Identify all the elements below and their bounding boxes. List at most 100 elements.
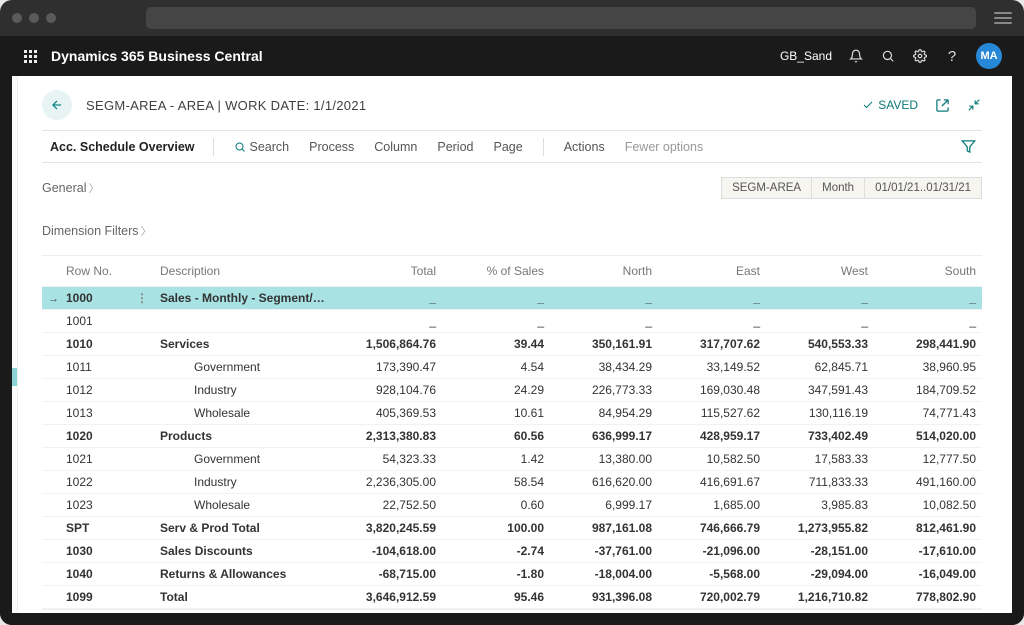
row-actions-icon[interactable] [130,540,154,563]
avatar[interactable]: MA [976,43,1002,69]
cell-value: 22,752.50 [334,494,442,517]
col-south[interactable]: South [874,256,982,287]
table-row[interactable]: 1040Returns & Allowances-68,715.00-1.80-… [42,563,982,586]
pill-daterange[interactable]: 01/01/21..01/31/21 [865,177,982,199]
cell-value: 2,313,380.83 [334,425,442,448]
cell-value: 616,620.00 [550,471,658,494]
page-edge [12,76,18,613]
section-general[interactable]: General〉 [42,180,99,196]
url-bar[interactable] [146,7,976,29]
cell-rowno: 1012 [60,379,130,402]
minimize-window-icon[interactable] [29,13,39,23]
cell-description: Total [154,586,334,609]
table-row[interactable]: 1013Wholesale405,369.5310.6184,954.29115… [42,402,982,425]
cell-value: 39.44 [442,333,550,356]
table-row[interactable]: 1001______ [42,310,982,333]
row-indicator [42,563,60,586]
col-rowno[interactable]: Row No. [60,256,130,287]
cell-value: 711,833.33 [766,471,874,494]
table-row[interactable]: 1099Total3,646,912.5995.46931,396.08720,… [42,586,982,609]
row-actions-icon[interactable] [130,448,154,471]
row-actions-icon[interactable] [130,517,154,540]
col-north[interactable]: North [550,256,658,287]
pill-period[interactable]: Month [812,177,865,199]
row-actions-icon[interactable] [130,333,154,356]
collapse-icon[interactable] [966,97,982,113]
cell-value: _ [550,287,658,310]
col-description[interactable]: Description [154,256,334,287]
app-launcher-icon[interactable] [24,50,37,63]
row-actions-icon[interactable] [130,402,154,425]
cmd-fewer-options[interactable]: Fewer options [615,138,714,156]
cell-value: _ [766,310,874,333]
cell-value: _ [874,310,982,333]
search-command[interactable]: Search [224,138,300,156]
filter-icon[interactable] [955,137,982,156]
cell-value: 491,160.00 [874,471,982,494]
cmd-column[interactable]: Column [364,138,427,156]
cell-value: 778,802.90 [874,586,982,609]
window-controls [12,13,56,23]
cell-description: Serv & Prod Total [154,517,334,540]
table-row[interactable]: →1000⋮Sales - Monthly - Segment/Area____… [42,287,982,310]
cell-value: 3,985.83 [766,494,874,517]
row-actions-icon[interactable] [130,310,154,333]
close-window-icon[interactable] [12,13,22,23]
table-row[interactable]: 1010Services1,506,864.7639.44350,161.913… [42,333,982,356]
share-icon[interactable] [934,97,950,113]
row-actions-icon[interactable] [130,586,154,609]
cell-value: 115,527.62 [658,402,766,425]
cell-rowno: 1010 [60,333,130,356]
row-selection-marker [12,368,17,386]
environment-label[interactable]: GB_Sand [780,49,832,63]
table-row[interactable]: 1020Products2,313,380.8360.56636,999.174… [42,425,982,448]
cmd-actions[interactable]: Actions [554,138,615,156]
settings-icon[interactable] [912,48,928,64]
cell-rowno: SPT [60,517,130,540]
cell-rowno: 1030 [60,540,130,563]
col-east[interactable]: East [658,256,766,287]
row-actions-icon[interactable] [130,425,154,448]
table-row[interactable]: 1021Government54,323.331.4213,380.0010,5… [42,448,982,471]
cmd-page[interactable]: Page [484,138,533,156]
cell-value: -2.74 [442,540,550,563]
col-total[interactable]: Total [334,256,442,287]
cell-value: _ [658,310,766,333]
data-grid: Row No. Description Total % of Sales Nor… [42,255,982,610]
section-dimension-filters[interactable]: Dimension Filters〉 [42,224,152,238]
pill-schedule[interactable]: SEGM-AREA [721,177,812,199]
cell-value: _ [334,287,442,310]
cmd-process[interactable]: Process [299,138,364,156]
back-button[interactable] [42,90,72,120]
row-actions-icon[interactable] [130,563,154,586]
row-actions-icon[interactable] [130,379,154,402]
tab-overview[interactable]: Acc. Schedule Overview [42,138,203,156]
row-indicator [42,517,60,540]
cell-value: 24.29 [442,379,550,402]
maximize-window-icon[interactable] [46,13,56,23]
col-pct-sales[interactable]: % of Sales [442,256,550,287]
search-icon[interactable] [880,48,896,64]
table-row[interactable]: 1012Industry928,104.7624.29226,773.33169… [42,379,982,402]
cell-value: -37,761.00 [550,540,658,563]
help-icon[interactable]: ? [944,48,960,64]
row-actions-icon[interactable] [130,494,154,517]
row-actions-icon[interactable] [130,471,154,494]
col-west[interactable]: West [766,256,874,287]
cell-rowno: 1023 [60,494,130,517]
table-row[interactable]: 1022Industry2,236,305.0058.54616,620.004… [42,471,982,494]
cell-value: 173,390.47 [334,356,442,379]
table-row[interactable]: 1023Wholesale22,752.500.606,999.171,685.… [42,494,982,517]
row-actions-icon[interactable] [130,356,154,379]
table-row[interactable]: 1011Government173,390.474.5438,434.2933,… [42,356,982,379]
cmd-period[interactable]: Period [427,138,483,156]
cell-description: Government [154,448,334,471]
table-row[interactable]: SPTServ & Prod Total3,820,245.59100.0098… [42,517,982,540]
cell-value: 3,820,245.59 [334,517,442,540]
browser-menu-icon[interactable] [994,12,1012,24]
table-row[interactable]: 1030Sales Discounts-104,618.00-2.74-37,7… [42,540,982,563]
row-indicator: → [42,287,60,310]
notifications-icon[interactable] [848,48,864,64]
cell-value: 1,273,955.82 [766,517,874,540]
row-actions-icon[interactable]: ⋮ [130,287,154,310]
